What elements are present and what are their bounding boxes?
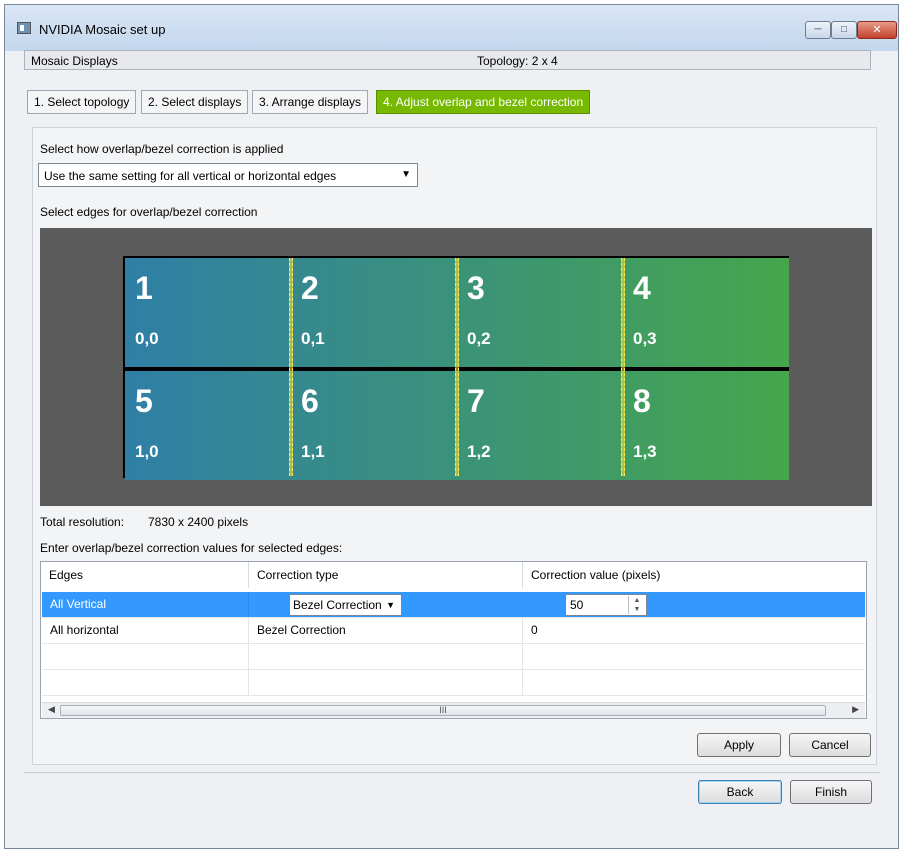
edge-name: All Vertical [42, 592, 249, 617]
display-tile-1[interactable]: 1 0,0 [125, 258, 291, 367]
display-tile-3[interactable]: 3 0,2 [457, 258, 623, 367]
spin-arrows-icon[interactable]: ▲ ▼ [628, 596, 645, 614]
scroll-right-icon[interactable]: ▶ [852, 704, 859, 715]
display-number: 2 [301, 270, 319, 306]
table-row-empty [42, 644, 865, 670]
back-button[interactable]: Back [698, 780, 782, 804]
edge-name: All horizontal [42, 618, 249, 643]
table-row-all-vertical[interactable]: All Vertical Bezel Correction ▼ 50 ▲ ▼ [42, 592, 865, 618]
horizontal-scrollbar[interactable]: ◀ III ▶ [42, 702, 865, 718]
display-coord: 0,2 [467, 329, 491, 348]
column-header-correction-type[interactable]: Correction type [249, 562, 523, 588]
display-number: 8 [633, 383, 651, 419]
tab-select-topology[interactable]: 1. Select topology [27, 90, 137, 114]
chevron-down-icon: ▼ [386, 600, 395, 610]
scroll-left-icon[interactable]: ◀ [48, 704, 55, 715]
empty-cell [249, 644, 523, 669]
display-tile-8[interactable]: 8 1,3 [623, 371, 789, 480]
display-coord: 0,1 [301, 329, 325, 348]
resolution-label: Total resolution: [40, 515, 125, 529]
display-tile-5[interactable]: 5 1,0 [125, 371, 291, 480]
correction-type-value: Bezel Correction [293, 598, 382, 612]
correction-value-stepper[interactable]: 50 ▲ ▼ [565, 594, 647, 616]
display-tile-7[interactable]: 7 1,2 [457, 371, 623, 480]
values-label: Enter overlap/bezel correction values fo… [40, 541, 343, 555]
apply-button[interactable]: Apply [697, 733, 781, 757]
maximize-icon[interactable]: □ [831, 21, 857, 39]
empty-cell [249, 670, 523, 695]
tab-select-displays[interactable]: 2. Select displays [141, 90, 249, 114]
table-row-empty [42, 670, 865, 696]
correction-value: 50 [570, 598, 584, 612]
table-row-all-horizontal[interactable]: All horizontal Bezel Correction 0 [42, 618, 865, 644]
apply-mode-dropdown[interactable]: Use the same setting for all vertical or… [38, 163, 418, 187]
display-number: 5 [135, 383, 153, 419]
display-number: 4 [633, 270, 651, 306]
display-tile-4[interactable]: 4 0,3 [623, 258, 789, 367]
chevron-down-icon: ▼ [401, 169, 411, 180]
display-number: 7 [467, 383, 485, 419]
app-icon [17, 22, 31, 34]
display-coord: 1,1 [301, 442, 325, 461]
window-title: NVIDIA Mosaic set up [39, 22, 166, 37]
correction-table: Edges Correction type Correction value (… [40, 561, 867, 719]
display-tile-6[interactable]: 6 1,1 [291, 371, 457, 480]
apply-mode-value: Use the same setting for all vertical or… [44, 169, 337, 183]
correction-type-value: Bezel Correction [249, 618, 523, 643]
display-coord: 1,3 [633, 442, 657, 461]
scroll-thumb[interactable]: III [60, 705, 826, 716]
empty-cell [42, 670, 249, 695]
tab-arrange-displays[interactable]: 3. Arrange displays [252, 90, 369, 114]
topology-label: Topology: 2 x 4 [477, 54, 558, 68]
display-number: 3 [467, 270, 485, 306]
correction-value: 0 [531, 623, 538, 637]
display-number: 6 [301, 383, 319, 419]
display-coord: 1,2 [467, 442, 491, 461]
mosaic-header: Mosaic Displays Topology: 2 x 4 [24, 50, 871, 70]
display-number: 1 [135, 270, 153, 306]
edges-label: Select edges for overlap/bezel correctio… [40, 205, 258, 219]
resolution-value: 7830 x 2400 pixels [148, 515, 249, 529]
close-icon[interactable]: ✕ [857, 21, 897, 39]
vertical-edge-3[interactable] [621, 258, 625, 476]
footer-divider [24, 772, 880, 773]
display-coord: 0,0 [135, 329, 159, 348]
display-coord: 0,3 [633, 329, 657, 348]
title-bar: NVIDIA Mosaic set up ─ □ ✕ [5, 5, 898, 51]
display-grid: 1 0,0 2 0,1 3 0,2 4 0,3 5 1,0 6 1,1 7 1,2 8 1,3 [123, 256, 789, 480]
vertical-edge-2[interactable] [455, 258, 459, 476]
column-header-edges[interactable]: Edges [41, 562, 249, 588]
column-header-correction-value[interactable]: Correction value (pixels) [523, 562, 866, 588]
vertical-edge-1[interactable] [289, 258, 293, 476]
apply-mode-label: Select how overlap/bezel correction is a… [40, 142, 284, 156]
cancel-button[interactable]: Cancel [789, 733, 871, 757]
tab-adjust-overlap[interactable]: 4. Adjust overlap and bezel correction [376, 90, 591, 114]
minimize-icon[interactable]: ─ [805, 21, 831, 39]
finish-button[interactable]: Finish [790, 780, 872, 804]
correction-type-dropdown[interactable]: Bezel Correction ▼ [289, 594, 402, 616]
display-coord: 1,0 [135, 442, 159, 461]
empty-cell [42, 644, 249, 669]
header-label: Mosaic Displays [31, 54, 118, 68]
display-tile-2[interactable]: 2 0,1 [291, 258, 457, 367]
